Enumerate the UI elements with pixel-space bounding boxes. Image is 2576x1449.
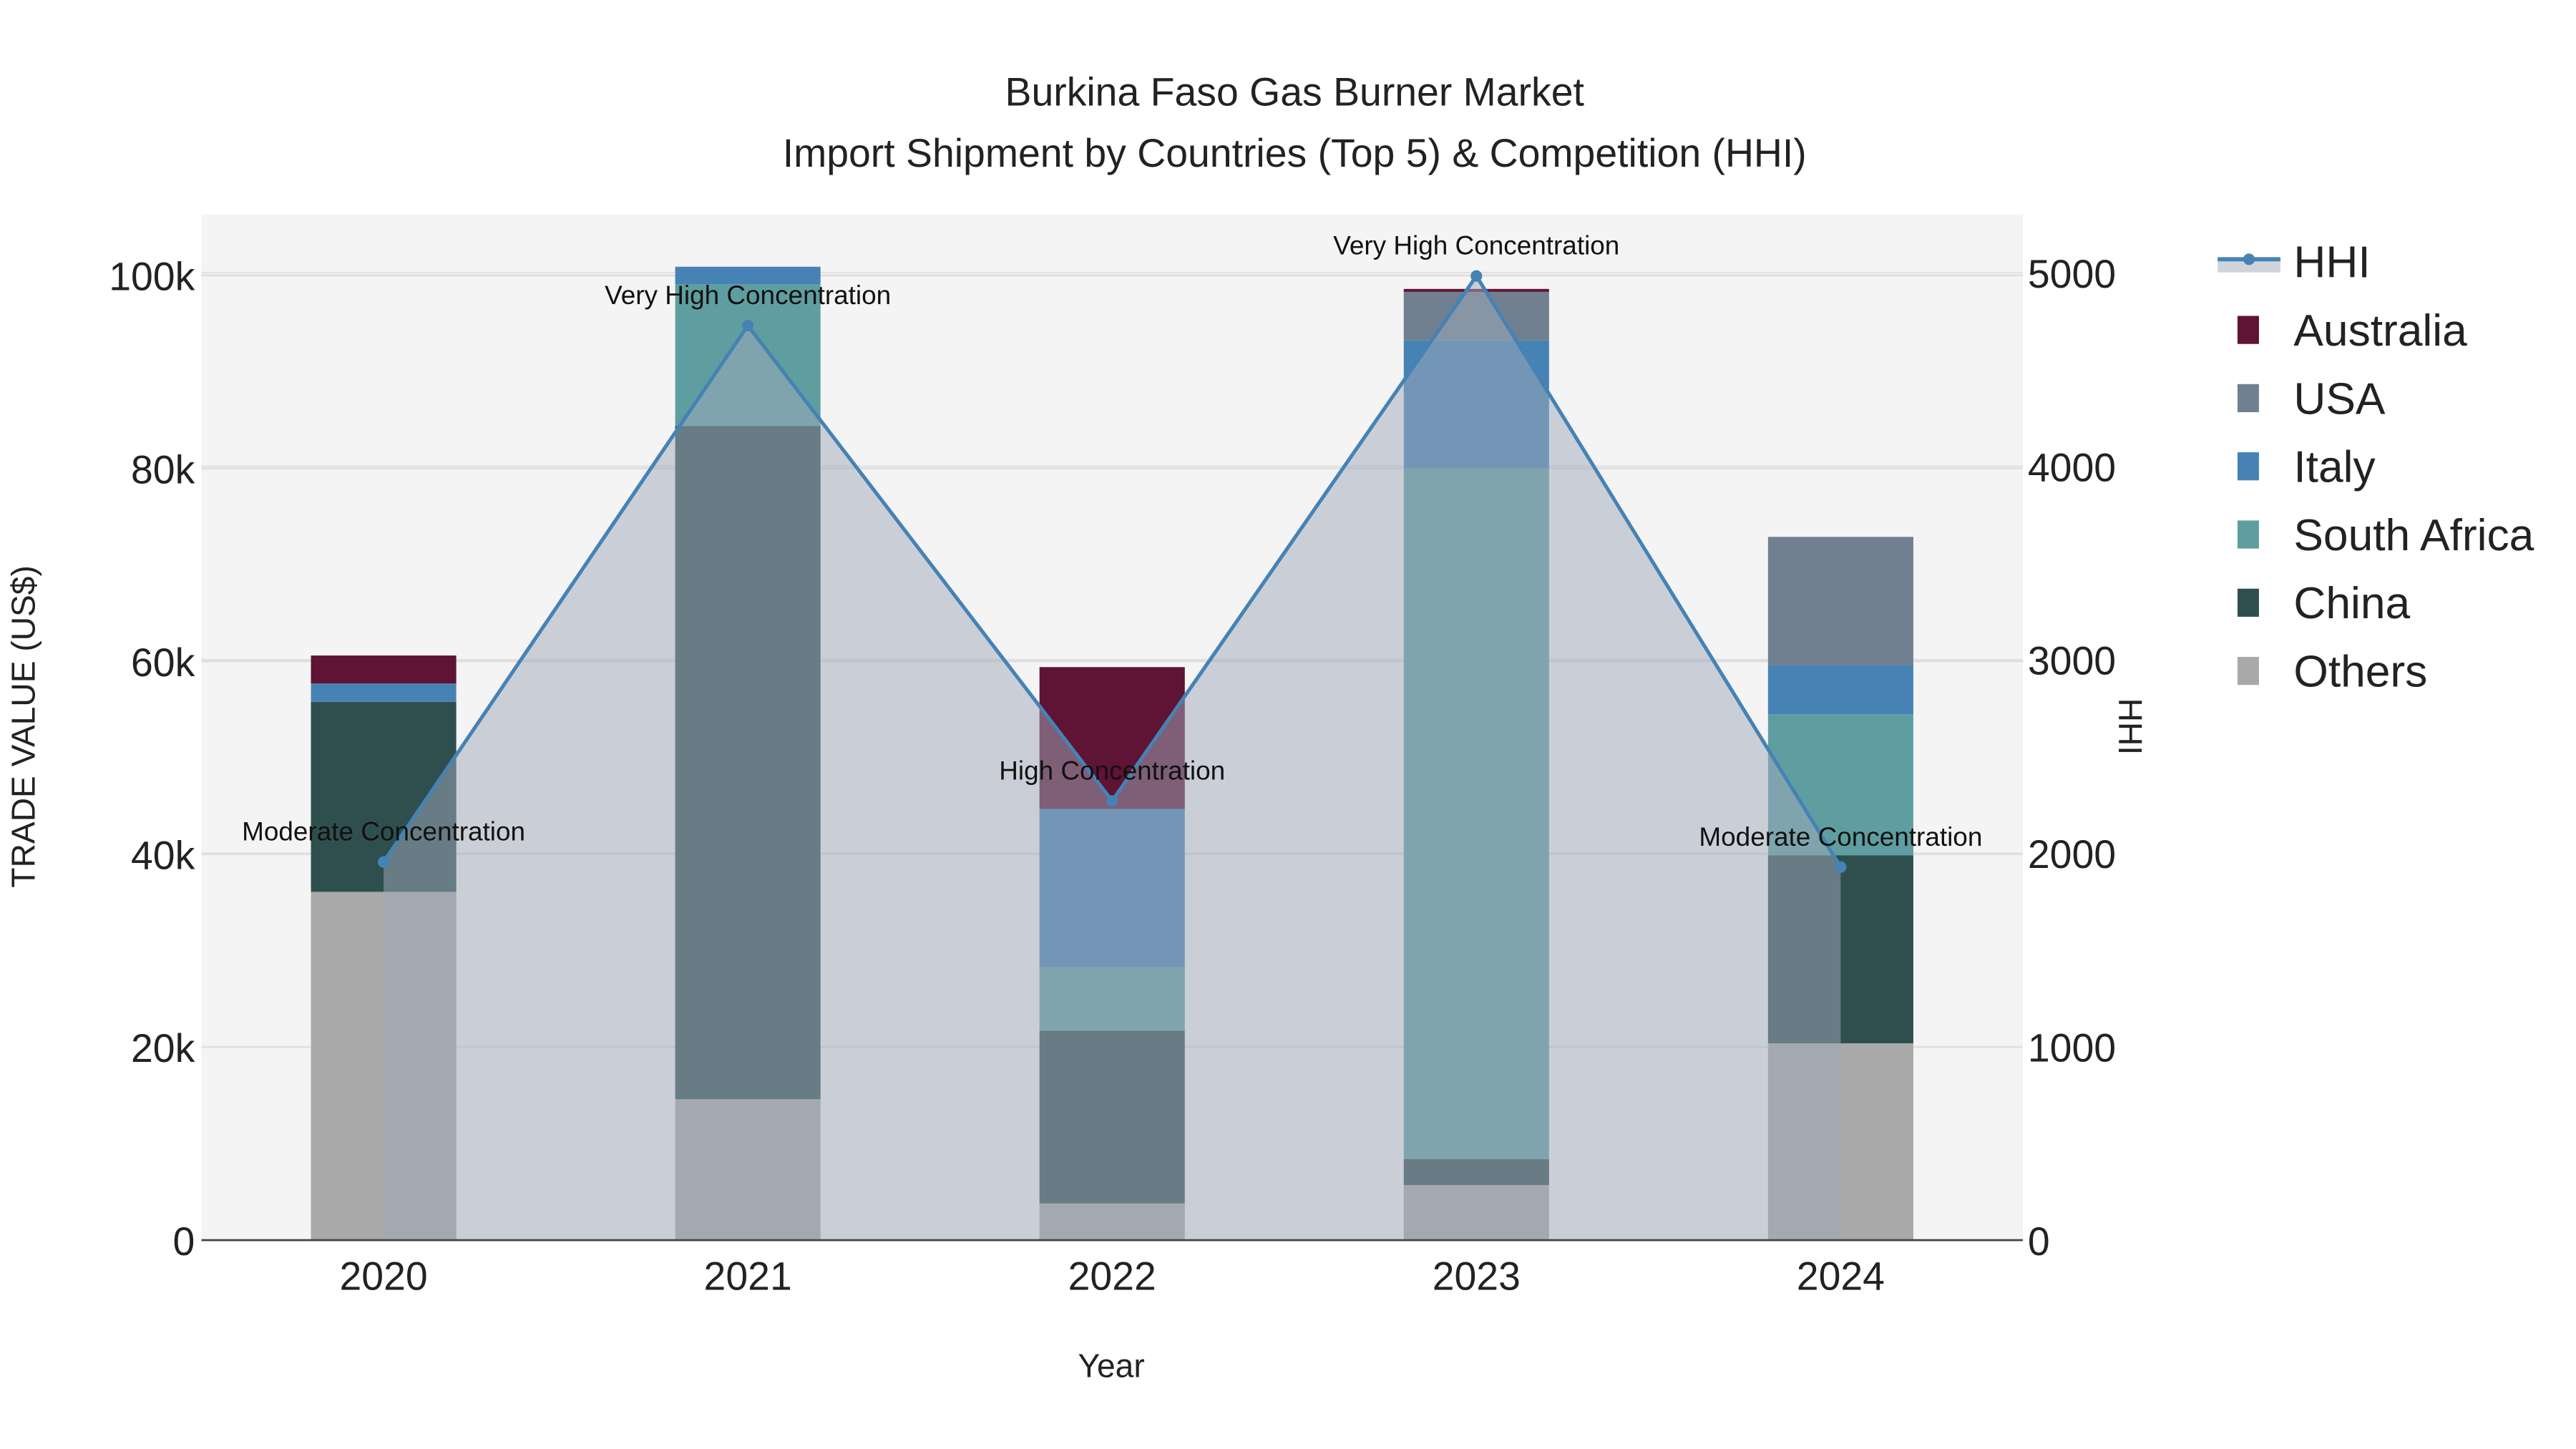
hhi-point [1835, 861, 1847, 873]
legend-swatch-china [2237, 588, 2259, 617]
chart-subtitle: Import Shipment by Countries (Top 5) & C… [783, 131, 1807, 175]
legend-swatch-italy [2237, 452, 2259, 481]
x-tick-label: 2022 [1068, 1254, 1156, 1298]
legend-swatch-australia [2237, 316, 2259, 344]
y-tick-label: 80k [131, 447, 195, 492]
legend-swatch-south-africa [2237, 520, 2259, 549]
y2-tick-label: 2000 [2028, 832, 2116, 877]
y-tick-label: 40k [131, 834, 195, 878]
y-tick-label: 100k [109, 255, 195, 299]
y2-axis-label: HHI [2112, 698, 2149, 755]
legend-marker-hhi [2243, 253, 2255, 265]
legend-swatch-usa [2237, 384, 2259, 412]
hhi-point [378, 856, 390, 868]
legend-label: HHI [2293, 238, 2370, 288]
y-tick-label: 60k [131, 640, 195, 685]
y2-tick-label: 0 [2028, 1219, 2050, 1264]
bar-australia [311, 655, 457, 684]
x-tick-label: 2023 [1433, 1254, 1521, 1298]
x-tick-label: 2020 [339, 1254, 427, 1298]
y2-tick-label: 3000 [2028, 639, 2116, 683]
legend-swatch-others [2237, 657, 2259, 686]
hhi-point [1106, 795, 1118, 807]
chart-title: Burkina Faso Gas Burner Market [1005, 70, 1584, 114]
legend-label: USA [2293, 374, 2386, 424]
legend-label: Australia [2293, 306, 2467, 356]
hhi-point [1470, 270, 1483, 282]
x-tick-label: 2021 [704, 1254, 792, 1298]
legend-label: South Africa [2293, 511, 2534, 560]
legend-label: Italy [2293, 443, 2376, 492]
y2-tick-label: 1000 [2028, 1025, 2116, 1070]
x-axis-label: Year [1078, 1347, 1144, 1385]
bar-italy [1767, 665, 1913, 715]
legend-label: Others [2293, 648, 2427, 697]
bar-italy [311, 683, 457, 702]
x-tick-label: 2024 [1797, 1254, 1885, 1298]
chart: Burkina Faso Gas Burner Market Import Sh… [0, 0, 2576, 1449]
legend-label: China [2293, 579, 2410, 628]
hhi-annotation: Very High Concentration [605, 280, 891, 310]
hhi-point [742, 319, 754, 332]
y-tick-label: 20k [131, 1026, 195, 1070]
hhi-annotation: Moderate Concentration [242, 817, 525, 847]
hhi-annotation: High Concentration [999, 756, 1225, 785]
y-tick-label: 0 [172, 1219, 195, 1264]
y-axis-label: TRADE VALUE (US$) [4, 565, 42, 887]
y2-tick-label: 4000 [2028, 445, 2116, 489]
y2-tick-label: 5000 [2028, 252, 2116, 296]
hhi-annotation: Very High Concentration [1333, 231, 1619, 260]
bar-usa [1767, 537, 1913, 665]
hhi-annotation: Moderate Concentration [1699, 822, 1982, 852]
